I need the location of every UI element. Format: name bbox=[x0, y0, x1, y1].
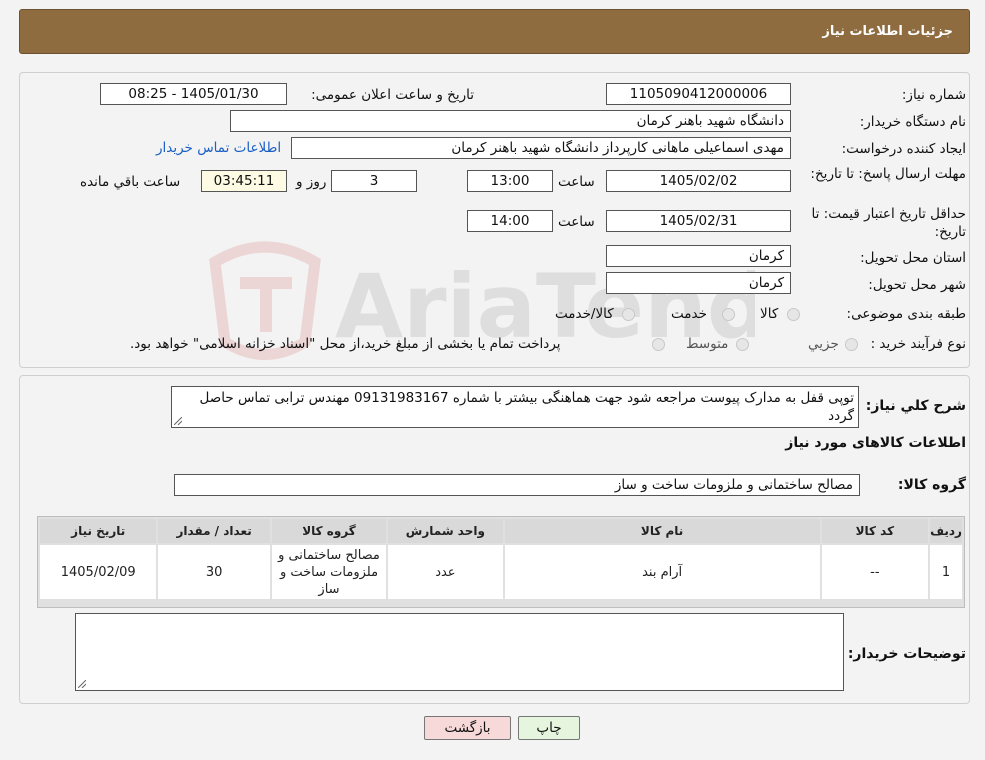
validity-date-field: 1405/02/31 bbox=[606, 210, 791, 232]
days-label: روز و bbox=[296, 174, 327, 190]
deadline-label: مهلت ارسال پاسخ: تا تاریخ: bbox=[810, 166, 966, 182]
province-field: کرمان bbox=[606, 245, 791, 267]
print-button[interactable]: چاپ bbox=[518, 716, 580, 740]
deadline-date-field: 1405/02/02 bbox=[606, 170, 791, 192]
category-label: طبقه بندی موضوعی: bbox=[846, 306, 966, 322]
description-field: توپی قفل به مدارک پیوست مراجعه شود جهت ه… bbox=[171, 386, 859, 428]
city-field: کرمان bbox=[606, 272, 791, 294]
remaining-time-label: ساعت باقي مانده bbox=[80, 174, 181, 190]
buyer-notes-label: توضیحات خریدار: bbox=[847, 646, 966, 662]
process-treasury-note: پرداخت تمام یا بخشی از مبلغ خرید،از محل … bbox=[130, 336, 561, 352]
cell-qty: 30 bbox=[158, 545, 270, 599]
goods-table: ردیف کد کالا نام کالا واحد شمارش گروه کا… bbox=[38, 517, 964, 601]
resize-grip-icon[interactable] bbox=[78, 680, 86, 688]
process-radio-medium[interactable] bbox=[736, 338, 749, 351]
process-radio-treasury[interactable] bbox=[652, 338, 665, 351]
category-option-service: خدمت bbox=[671, 306, 707, 322]
province-label: استان محل تحویل: bbox=[860, 250, 966, 266]
resize-grip-icon[interactable] bbox=[174, 417, 182, 425]
buyer-org-label: نام دستگاه خریدار: bbox=[859, 114, 966, 130]
col-code: کد کالا bbox=[821, 519, 929, 543]
col-row: ردیف bbox=[930, 519, 962, 543]
announce-datetime-field: 1405/01/30 - 08:25 bbox=[100, 83, 287, 105]
page-header: جزئیات اطلاعات نیاز bbox=[19, 9, 970, 54]
description-text: توپی قفل به مدارک پیوست مراجعه شود جهت ه… bbox=[199, 390, 854, 424]
col-date: تاریخ نیاز bbox=[40, 519, 157, 543]
back-button[interactable]: بازگشت bbox=[424, 716, 511, 740]
category-radio-goods-service[interactable] bbox=[622, 308, 635, 321]
category-option-goods: کالا bbox=[760, 306, 779, 322]
buyer-org-field: دانشگاه شهید باهنر کرمان bbox=[230, 110, 791, 132]
deadline-time-label: ساعت bbox=[558, 174, 595, 190]
category-option-goods-service: کالا/خدمت bbox=[555, 306, 614, 322]
days-field: 3 bbox=[331, 170, 417, 192]
validity-time-field: 14:00 bbox=[467, 210, 553, 232]
buyer-contact-link[interactable]: اطلاعات تماس خریدار bbox=[156, 140, 281, 156]
page-title: جزئیات اطلاعات نیاز bbox=[822, 24, 953, 39]
cell-name: آرام بند bbox=[504, 545, 820, 599]
goods-group-label: گروه کالا: bbox=[897, 477, 966, 493]
goods-group-field: مصالح ساختمانی و ملزومات ساخت و ساز bbox=[174, 474, 860, 496]
price-validity-label: حداقل تاریخ اعتبار قیمت: تا تاریخ: bbox=[811, 206, 966, 240]
description-label: شرح كلي نياز: bbox=[865, 398, 966, 414]
city-label: شهر محل تحویل: bbox=[868, 277, 966, 293]
announce-label: تاریخ و ساعت اعلان عمومی: bbox=[311, 87, 474, 103]
cell-date: 1405/02/09 bbox=[40, 545, 157, 599]
col-unit: واحد شمارش bbox=[388, 519, 503, 543]
table-header-row: ردیف کد کالا نام کالا واحد شمارش گروه کا… bbox=[40, 519, 962, 543]
creator-label: ایجاد کننده درخواست: bbox=[841, 141, 966, 157]
category-radio-goods[interactable] bbox=[787, 308, 800, 321]
col-qty: تعداد / مقدار bbox=[158, 519, 270, 543]
process-type-label: نوع فرآیند خرید : bbox=[870, 336, 966, 352]
cell-row: 1 bbox=[930, 545, 962, 599]
cell-group: مصالح ساختمانی و ملزومات ساخت و ساز bbox=[271, 545, 387, 599]
need-number-field: 1105090412000006 bbox=[606, 83, 791, 105]
category-radio-service[interactable] bbox=[722, 308, 735, 321]
process-radio-small[interactable] bbox=[845, 338, 858, 351]
process-option-small: جزيي bbox=[808, 336, 839, 352]
deadline-time-field: 13:00 bbox=[467, 170, 553, 192]
table-row: 1 -- آرام بند عدد مصالح ساختمانی و ملزوم… bbox=[40, 545, 962, 599]
cell-code: -- bbox=[821, 545, 929, 599]
goods-table-frame: ردیف کد کالا نام کالا واحد شمارش گروه کا… bbox=[37, 516, 965, 608]
validity-time-label: ساعت bbox=[558, 214, 595, 230]
process-option-medium: متوسط bbox=[686, 336, 729, 352]
goods-section-title: اطلاعات کالاهای مورد نیاز bbox=[785, 435, 966, 451]
creator-field: مهدی اسماعیلی ماهانی کارپرداز دانشگاه شه… bbox=[291, 137, 791, 159]
cell-unit: عدد bbox=[388, 545, 503, 599]
buyer-notes-field[interactable] bbox=[75, 613, 844, 691]
remaining-time-field: 03:45:11 bbox=[201, 170, 287, 192]
col-group: گروه کالا bbox=[271, 519, 387, 543]
col-name: نام کالا bbox=[504, 519, 820, 543]
need-number-label: شماره نیاز: bbox=[901, 87, 966, 103]
